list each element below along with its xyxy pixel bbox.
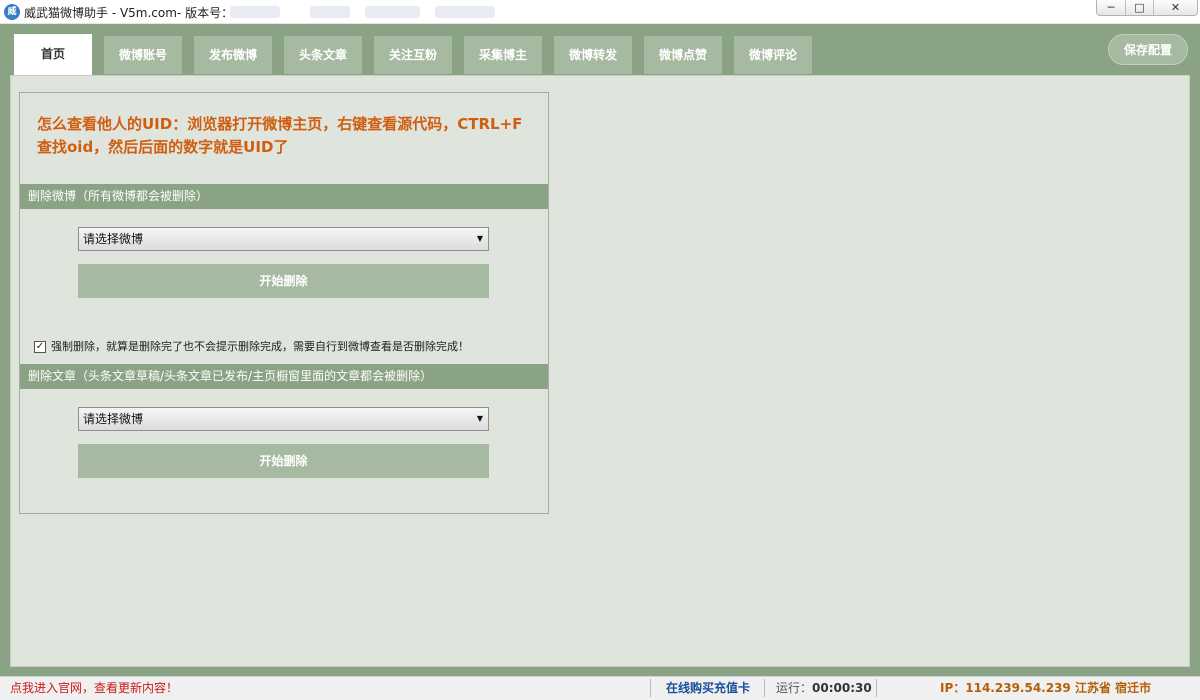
- website-link[interactable]: 点我进入官网，查看更新内容！: [10, 677, 178, 700]
- tab-weibo-comment[interactable]: 微博评论: [734, 36, 812, 74]
- tab-bar: 首页 微博账号 发布微博 头条文章 关注互粉 采集博主 微博转发 微博点赞 微博…: [0, 24, 1200, 75]
- chevron-down-icon: ▼: [476, 414, 483, 423]
- article-weibo-select-value: 请选择微博: [83, 412, 144, 426]
- main-frame: 首页 微博账号 发布微博 头条文章 关注互粉 采集博主 微博转发 微博点赞 微博…: [0, 24, 1200, 700]
- tab-home[interactable]: 首页: [14, 34, 92, 75]
- maximize-icon[interactable]: □: [1125, 0, 1153, 15]
- tab-weibo-repost[interactable]: 微博转发: [554, 36, 632, 74]
- home-content: 怎么查看他人的UID：浏览器打开微博主页，右键查看源代码，CTRL+F查找oid…: [10, 75, 1190, 667]
- blurred-title-area: [365, 6, 420, 18]
- title-bar: 威 威武猫微博助手 - V5m.com- 版本号：V2.5 ─ □ ✕: [0, 0, 1200, 24]
- article-weibo-select[interactable]: 请选择微博 ▼: [78, 407, 489, 431]
- weibo-select[interactable]: 请选择微博 ▼: [78, 227, 489, 251]
- minimize-icon[interactable]: ─: [1097, 0, 1125, 15]
- tab-follow-fans[interactable]: 关注互粉: [374, 36, 452, 74]
- blurred-title-area: [310, 6, 350, 18]
- buy-card-link[interactable]: 在线购买充值卡: [666, 677, 750, 700]
- uid-help-text: 怎么查看他人的UID：浏览器打开微博主页，右键查看源代码，CTRL+F查找oid…: [37, 115, 523, 156]
- close-icon[interactable]: ✕: [1153, 0, 1197, 15]
- tab-publish-weibo[interactable]: 发布微博: [194, 36, 272, 74]
- runtime-value: 00:00:30: [812, 681, 872, 695]
- start-delete-weibo-button[interactable]: 开始删除: [78, 264, 489, 298]
- runtime-label: 运行：: [776, 681, 813, 695]
- status-divider: [764, 679, 765, 697]
- tab-headline-articles[interactable]: 头条文章: [284, 36, 362, 74]
- status-divider: [876, 679, 877, 697]
- weibo-select-value: 请选择微博: [83, 232, 144, 246]
- status-bar: 点我进入官网，查看更新内容！ 在线购买充值卡 运行：00:00:30 IP：11…: [0, 676, 1200, 700]
- force-delete-checkbox[interactable]: ✓: [34, 341, 46, 353]
- blurred-title-area: [230, 6, 280, 18]
- delete-panel: 怎么查看他人的UID：浏览器打开微博主页，右键查看源代码，CTRL+F查找oid…: [19, 92, 549, 514]
- force-delete-label: 强制删除，就算是删除完了也不会提示删除完成，需要自行到微博查看是否删除完成！: [51, 340, 469, 353]
- delete-article-header: 删除文章（头条文章草稿/头条文章已发布/主页橱窗里面的文章都会被删除）: [20, 364, 548, 389]
- save-config-button[interactable]: 保存配置: [1108, 34, 1188, 65]
- window-controls: ─ □ ✕: [1096, 0, 1198, 16]
- tab-collect-bloggers[interactable]: 采集博主: [464, 36, 542, 74]
- delete-weibo-header: 删除微博（所有微博都会被删除）: [20, 184, 548, 209]
- runtime-status: 运行：00:00:30: [776, 677, 872, 700]
- ip-location: IP：114.239.54.239 江苏省 宿迁市: [940, 681, 1152, 695]
- tab-weibo-accounts[interactable]: 微博账号: [104, 36, 182, 74]
- start-delete-article-button[interactable]: 开始删除: [78, 444, 489, 478]
- window-title: 威武猫微博助手 - V5m.com- 版本号：V2.5: [24, 6, 261, 20]
- status-divider: [650, 679, 651, 697]
- blurred-title-area: [435, 6, 495, 18]
- app-logo-icon: 威: [4, 4, 20, 20]
- chevron-down-icon: ▼: [476, 234, 483, 243]
- tab-weibo-like[interactable]: 微博点赞: [644, 36, 722, 74]
